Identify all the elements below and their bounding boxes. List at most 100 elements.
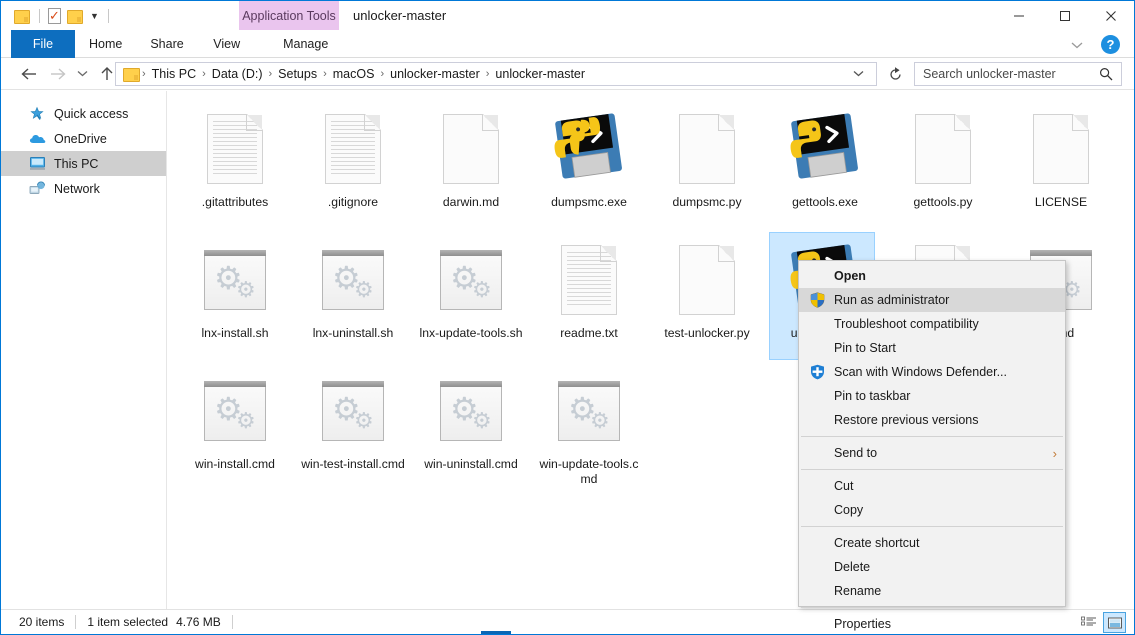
tab-view[interactable]: View xyxy=(198,30,256,58)
file-name: dumpsmc.exe xyxy=(551,195,627,209)
menu-item-send-to[interactable]: Send to › xyxy=(799,441,1065,465)
details-view-button[interactable] xyxy=(1077,612,1100,633)
tab-file[interactable]: File xyxy=(11,30,75,58)
properties-icon[interactable]: ✓ xyxy=(47,8,61,24)
menu-item-run-as-administrator[interactable]: Run as administrator xyxy=(799,288,1065,312)
menu-item-restore-previous-versions[interactable]: Restore previous versions xyxy=(799,408,1065,432)
back-arrow-icon[interactable] xyxy=(15,61,43,87)
tab-home-label: Home xyxy=(89,37,123,51)
list-item[interactable]: ⚙ ⚙ win-uninstall.cmd xyxy=(412,361,530,492)
forward-arrow-icon[interactable] xyxy=(43,61,71,87)
gear-icon: ⚙ xyxy=(354,277,374,302)
list-item[interactable]: dumpsmc.py xyxy=(648,99,766,230)
monitor-icon xyxy=(28,156,46,172)
sidebar-item-onedrive[interactable]: OneDrive xyxy=(1,126,166,151)
refresh-icon[interactable] xyxy=(883,62,907,86)
uac-shield-icon xyxy=(806,291,828,309)
list-item[interactable]: test-unlocker.py xyxy=(648,230,766,361)
menu-item-troubleshoot-compatibility[interactable]: Troubleshoot compatibility xyxy=(799,312,1065,336)
menu-item-properties[interactable]: Properties xyxy=(799,612,1065,634)
no-icon xyxy=(806,582,828,600)
tab-manage[interactable]: Manage xyxy=(256,30,356,58)
sidebar-item-this-pc[interactable]: This PC xyxy=(1,151,166,176)
list-item[interactable]: .gitignore xyxy=(294,99,412,230)
new-folder-icon[interactable] xyxy=(67,9,83,24)
sidebar-item-quick-access[interactable]: Quick access xyxy=(1,101,166,126)
ribbon-collapse-button[interactable] xyxy=(1066,35,1088,55)
list-item[interactable]: ⚙ ⚙ win-install.cmd xyxy=(176,361,294,492)
tab-home[interactable]: Home xyxy=(75,30,136,58)
list-item[interactable]: ⚙ ⚙ win-update-tools.cmd xyxy=(530,361,648,492)
sidebar-item-network[interactable]: Network xyxy=(1,176,166,201)
sidebar-item-label: Network xyxy=(54,181,100,196)
no-icon xyxy=(806,501,828,519)
gear-icon: ⚙ xyxy=(590,408,610,433)
list-item[interactable]: gettools.exe xyxy=(766,99,884,230)
recent-locations-icon[interactable] xyxy=(71,61,93,87)
qat-divider-2 xyxy=(107,9,109,23)
file-name: .gitattributes xyxy=(201,195,269,209)
menu-separator xyxy=(801,436,1063,437)
menu-item-label: Cut xyxy=(834,479,854,493)
tab-share[interactable]: Share xyxy=(136,30,197,58)
menu-item-delete[interactable]: Delete xyxy=(799,555,1065,579)
menu-item-label: Pin to taskbar xyxy=(834,389,911,403)
breadcrumb-item-unlocker-master[interactable]: unlocker-master xyxy=(385,67,485,81)
gear-icon: ⚙ xyxy=(472,277,492,302)
breadcrumb-item-unlocker-master-2[interactable]: unlocker-master xyxy=(490,67,590,81)
blank-document-icon xyxy=(903,109,983,189)
menu-item-copy[interactable]: Copy xyxy=(799,498,1065,522)
breadcrumb-item-macos[interactable]: macOS xyxy=(328,67,380,81)
menu-item-label: Rename xyxy=(834,584,882,598)
menu-item-pin-to-taskbar[interactable]: Pin to taskbar xyxy=(799,384,1065,408)
tab-share-label: Share xyxy=(150,37,184,51)
menu-item-scan-with-windows-defender[interactable]: Scan with Windows Defender... xyxy=(799,360,1065,384)
menu-item-pin-to-start[interactable]: Pin to Start xyxy=(799,336,1065,360)
list-item[interactable]: LICENSE xyxy=(1002,99,1120,230)
help-label: ? xyxy=(1106,37,1115,52)
script-icon: ⚙ ⚙ xyxy=(313,371,393,451)
menu-item-open[interactable]: Open xyxy=(799,264,1065,288)
navigation-pane: Quick access OneDrive This PC Network xyxy=(1,91,167,609)
no-icon xyxy=(806,339,828,357)
qat-divider xyxy=(39,9,40,23)
menu-item-rename[interactable]: Rename xyxy=(799,579,1065,603)
help-button[interactable]: ? xyxy=(1101,35,1120,54)
maximize-button[interactable] xyxy=(1042,1,1088,30)
list-item[interactable]: .gitattributes xyxy=(176,99,294,230)
breadcrumb-item-this-pc[interactable]: This PC xyxy=(147,67,201,81)
breadcrumb[interactable]: › This PC › Data (D:) › Setups › macOS ›… xyxy=(115,62,877,86)
gear-icon: ⚙ xyxy=(354,408,374,433)
list-item[interactable]: ⚙ ⚙ lnx-uninstall.sh xyxy=(294,230,412,361)
large-icons-view-button[interactable] xyxy=(1103,612,1126,633)
text-document-icon xyxy=(313,109,393,189)
no-icon xyxy=(806,477,828,495)
blank-document-icon xyxy=(431,109,511,189)
list-item[interactable]: darwin.md xyxy=(412,99,530,230)
menu-item-cut[interactable]: Cut xyxy=(799,474,1065,498)
list-item[interactable]: ⚙ ⚙ lnx-update-tools.sh xyxy=(412,230,530,361)
list-item[interactable]: ⚙ ⚙ win-test-install.cmd xyxy=(294,361,412,492)
breadcrumb-item-setups[interactable]: Setups xyxy=(273,67,322,81)
context-menu: Open Run as administrator Troubleshoot c… xyxy=(798,260,1066,631)
list-item[interactable]: gettools.py xyxy=(884,99,1002,230)
chevron-down-icon[interactable]: ▼ xyxy=(88,9,101,23)
no-icon xyxy=(806,387,828,405)
search-icon xyxy=(1099,67,1121,81)
list-item[interactable]: dumpsmc.exe xyxy=(530,99,648,230)
folder-icon[interactable] xyxy=(14,9,30,24)
list-item[interactable]: ⚙ ⚙ lnx-install.sh xyxy=(176,230,294,361)
no-icon xyxy=(806,534,828,552)
list-item[interactable]: readme.txt xyxy=(530,230,648,361)
breadcrumb-dropdown-icon[interactable] xyxy=(847,69,870,80)
close-button[interactable] xyxy=(1088,1,1134,30)
sidebar-item-label: This PC xyxy=(54,156,99,171)
search-field[interactable] xyxy=(915,63,1099,85)
breadcrumb-item-data-d[interactable]: Data (D:) xyxy=(207,67,268,81)
menu-item-create-shortcut[interactable]: Create shortcut xyxy=(799,531,1065,555)
minimize-button[interactable] xyxy=(996,1,1042,30)
file-name: win-update-tools.cmd xyxy=(539,457,639,486)
blank-document-icon xyxy=(667,240,747,320)
menu-item-label: Open xyxy=(834,269,866,283)
search-input[interactable] xyxy=(914,62,1122,86)
